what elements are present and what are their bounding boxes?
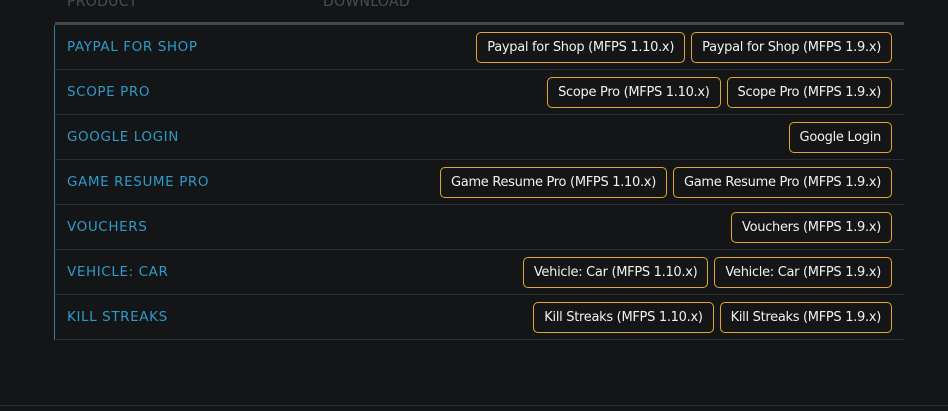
table-row: KILL STREAKS Kill Streaks (MFPS 1.10.x) Ki… bbox=[54, 295, 904, 340]
download-button[interactable]: Vehicle: Car (MFPS 1.9.x) bbox=[714, 256, 892, 288]
table-row: SCOPE PRO Scope Pro (MFPS 1.10.x) Scope Pr… bbox=[54, 70, 904, 115]
table-row: PAYPAL FOR SHOP Paypal for Shop (MFPS 1.1… bbox=[54, 25, 904, 70]
table-row: VOUCHERS Vouchers (MFPS 1.9.x) bbox=[54, 205, 904, 250]
download-button[interactable]: Paypal for Shop (MFPS 1.9.x) bbox=[691, 31, 892, 63]
downloads-page: PRODUCT DOWNLOAD PAYPAL FOR SHOP Paypal f… bbox=[0, 0, 948, 411]
download-buttons: Vehicle: Car (MFPS 1.10.x) Vehicle: Car (… bbox=[522, 250, 892, 294]
footer-divider bbox=[0, 405, 948, 406]
download-button[interactable]: Vehicle: Car (MFPS 1.10.x) bbox=[522, 256, 709, 288]
download-buttons: Google Login bbox=[788, 115, 892, 159]
download-button[interactable]: Vouchers (MFPS 1.9.x) bbox=[731, 211, 892, 243]
download-button[interactable]: Kill Streaks (MFPS 1.9.x) bbox=[719, 301, 892, 333]
download-button[interactable]: Kill Streaks (MFPS 1.10.x) bbox=[533, 301, 714, 333]
product-name: SCOPE PRO bbox=[67, 84, 151, 100]
download-button[interactable]: Scope Pro (MFPS 1.9.x) bbox=[726, 76, 892, 108]
product-name: GOOGLE LOGIN bbox=[67, 129, 179, 145]
table-row: GOOGLE LOGIN Google Login bbox=[54, 115, 904, 160]
download-button[interactable]: Paypal for Shop (MFPS 1.10.x) bbox=[476, 31, 686, 63]
download-buttons: Kill Streaks (MFPS 1.10.x) Kill Streaks (… bbox=[533, 295, 892, 339]
header-product: PRODUCT bbox=[67, 0, 138, 10]
download-buttons: Game Resume Pro (MFPS 1.10.x) Game Resume… bbox=[440, 160, 892, 204]
download-buttons: Scope Pro (MFPS 1.10.x) Scope Pro (MFPS 1… bbox=[547, 70, 892, 114]
product-name: VEHICLE: CAR bbox=[67, 264, 169, 280]
product-name: PAYPAL FOR SHOP bbox=[67, 39, 198, 55]
table-row: VEHICLE: CAR Vehicle: Car (MFPS 1.10.x) Ve… bbox=[54, 250, 904, 295]
download-button[interactable]: Game Resume Pro (MFPS 1.9.x) bbox=[672, 166, 892, 198]
download-button[interactable]: Game Resume Pro (MFPS 1.10.x) bbox=[440, 166, 667, 198]
table-row: GAME RESUME PRO Game Resume Pro (MFPS 1.1… bbox=[54, 160, 904, 205]
download-buttons: Vouchers (MFPS 1.9.x) bbox=[731, 205, 892, 249]
table-header: PRODUCT DOWNLOAD bbox=[67, 0, 903, 16]
download-button[interactable]: Scope Pro (MFPS 1.10.x) bbox=[547, 76, 721, 108]
product-name: VOUCHERS bbox=[67, 219, 148, 235]
download-button[interactable]: Google Login bbox=[788, 121, 892, 153]
product-name: GAME RESUME PRO bbox=[67, 174, 210, 190]
product-name: KILL STREAKS bbox=[67, 309, 168, 325]
header-download: DOWNLOAD bbox=[323, 0, 410, 10]
download-buttons: Paypal for Shop (MFPS 1.10.x) Paypal for … bbox=[476, 25, 892, 69]
downloads-table: PAYPAL FOR SHOP Paypal for Shop (MFPS 1.1… bbox=[54, 25, 904, 340]
